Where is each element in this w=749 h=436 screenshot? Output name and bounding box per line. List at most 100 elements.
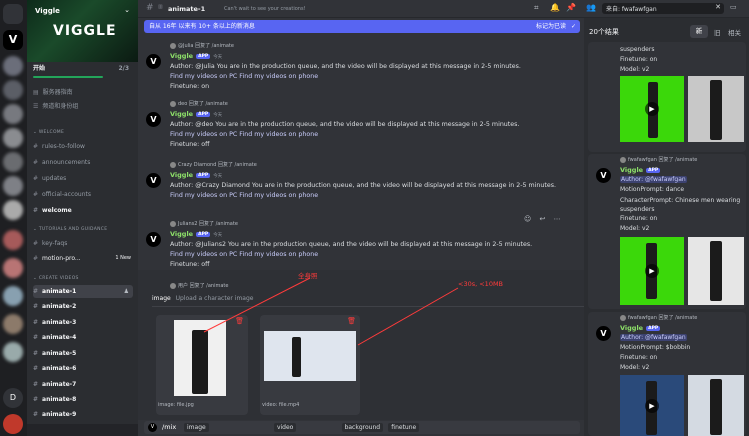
viggle-avatar[interactable]: V [146,232,161,247]
hash-icon: # [33,303,39,310]
hash-icon: # [33,381,39,388]
inbox-icon[interactable]: ▭ [730,3,737,11]
new-messages-bar[interactable]: 自从 16年 以来有 10+ 条以上的新消息 标记为已读 ✓ [144,20,580,33]
option-finetune[interactable]: finetune [388,423,420,432]
result-video-thumb[interactable]: ▶ [620,237,684,305]
server-icon[interactable] [3,286,23,306]
channel-key-faqs[interactable]: # key-faqs [33,237,133,250]
channel-animate-3[interactable]: # animate-3 [33,316,133,329]
channel-animate-9[interactable]: # animate-9 [33,408,133,421]
server-icon[interactable] [3,176,23,196]
sort-newest-tab[interactable]: 新 [690,25,708,38]
channel-animate-6[interactable]: # animate-6 [33,362,133,375]
video-links[interactable]: Find my videos on PC Find my videos on p… [170,73,318,80]
server-banner[interactable]: Viggle ⌄ VIGGLE [27,0,138,62]
clear-icon[interactable]: ✕ [715,3,721,11]
play-icon[interactable]: ▶ [645,102,659,116]
reply-preview[interactable]: Crazy Diamond 回复了 /animate [170,161,257,168]
author-mention[interactable]: Author: @fwafawfgan [620,334,687,341]
category-create[interactable]: ⌄ CREATE VIDEOS [33,276,79,281]
author-mention[interactable]: Author: @fwafawfgan [620,176,687,183]
server-icon[interactable] [3,314,23,334]
server-icon[interactable] [3,128,23,148]
add-member-icon[interactable]: ♟ [124,285,129,298]
server-icon[interactable] [3,80,23,100]
server-icon[interactable] [3,200,23,220]
channels-roles-item[interactable]: ☰ 频道和身份组 [33,100,133,113]
pin-icon[interactable]: 📌 [566,3,576,12]
reply-preview[interactable]: Julians2 回复了 /animate [170,220,238,227]
result-video-thumb[interactable]: ▶ [620,76,684,142]
result-video-thumb[interactable]: ▶ [620,375,684,436]
user-avatar[interactable] [3,414,23,434]
search-result[interactable]: fwafawfgan 回复了 /animate V Viggle APP Auth… [588,154,746,309]
result-image-thumb[interactable] [688,237,744,305]
channel-title: animate-1 [168,5,206,13]
members-icon[interactable]: 👥 [586,3,596,12]
viggle-avatar[interactable]: V [146,54,161,69]
server-icon[interactable] [3,104,23,124]
result-finetune: Finetune: on [620,215,658,222]
server-icon[interactable] [3,230,23,250]
message: deo 回复了 /animate V Viggle APP 今天 Author: @… [138,100,578,150]
result-image-thumb[interactable] [688,375,744,436]
username[interactable]: Viggle APP 今天 [170,110,222,118]
channel-animate-1[interactable]: # animate-1 ♟ [33,285,133,298]
option-image[interactable]: image [184,423,209,432]
threads-icon[interactable]: ⌗ [534,3,539,13]
bell-icon[interactable]: 🔔 [550,3,560,12]
viggle-server-icon[interactable]: V [3,30,23,50]
channel-rules[interactable]: # rules-to-follow [33,140,133,153]
command-input[interactable]: V /mix image video background finetune [144,421,580,434]
server-icon[interactable] [3,56,23,76]
sort-oldest-tab[interactable]: 旧 [714,27,721,37]
video-links[interactable]: Find my videos on PC Find my videos on p… [170,131,318,138]
option-background[interactable]: background [341,423,384,432]
channel-animate-7[interactable]: # animate-7 [33,378,133,391]
category-tutorials[interactable]: ⌄ TUTORIALS AND GUIDANCE [33,227,107,232]
video-links[interactable]: Find my videos on PC Find my videos on p… [170,251,318,258]
username[interactable]: Viggle APP 今天 [170,230,222,238]
username[interactable]: Viggle APP [620,166,661,174]
channel-announcements[interactable]: # announcements [33,156,133,169]
video-links[interactable]: Find my videos on PC Find my videos on p… [170,192,318,199]
viggle-avatar[interactable]: V [146,112,161,127]
channel-animate-4[interactable]: # animate-4 [33,331,133,344]
search-input[interactable]: 来自: fwafawfgan ✕ [602,3,724,14]
server-icon[interactable] [3,152,23,172]
server-guide-item[interactable]: ▤ 服务器指南 [33,86,133,99]
viggle-avatar[interactable]: V [596,326,611,341]
search-result[interactable]: suspenders Finetune: on Model: v2 ▶ [588,42,746,152]
channel-updates[interactable]: # updates [33,172,133,185]
viggle-avatar[interactable]: V [596,168,611,183]
viggle-avatar[interactable]: V [146,173,161,188]
play-icon[interactable]: ▶ [645,264,659,278]
chevron-down-icon[interactable]: ⌄ [124,6,130,14]
server-icon[interactable] [3,258,23,278]
channel-welcome[interactable]: # welcome [33,204,133,217]
threads-icon[interactable]: ▥ [158,4,163,10]
server-icon[interactable]: D [3,388,23,408]
mark-read-icon[interactable]: ✓ [571,20,576,33]
username[interactable]: Viggle APP [620,324,661,332]
onboarding-start[interactable]: 开始 2/3 [33,62,133,75]
option-video[interactable]: video [273,423,297,432]
search-result[interactable]: fwafawfgan 回复了 /animate V Viggle APP Auth… [588,312,746,436]
result-image-thumb[interactable] [688,76,744,142]
username[interactable]: Viggle APP 今天 [170,171,222,179]
message-body: Author: @Crazy Diamond You are in the pr… [170,182,557,189]
reply-preview[interactable]: deo 回复了 /animate [170,100,228,107]
channel-animate-5[interactable]: # animate-5 [33,347,133,360]
reply-preview[interactable]: @Julia 回复了 /animate [170,42,234,49]
username[interactable]: Viggle APP 今天 [170,52,222,60]
channel-animate-2[interactable]: # animate-2 [33,300,133,313]
direct-messages-icon[interactable] [3,4,23,24]
category-welcome[interactable]: ⌄ WELCOME [33,130,64,135]
sort-relevant-tab[interactable]: 相关 [728,27,741,37]
channel-animate-8[interactable]: # animate-8 [33,393,133,406]
channel-official[interactable]: # official-accounts [33,188,133,201]
channel-motion-prompts[interactable]: # motion-pro... 1 New [33,252,133,265]
server-icon[interactable] [3,342,23,362]
mark-read-button[interactable]: 标记为已读 [536,20,566,33]
play-icon[interactable]: ▶ [645,399,659,413]
